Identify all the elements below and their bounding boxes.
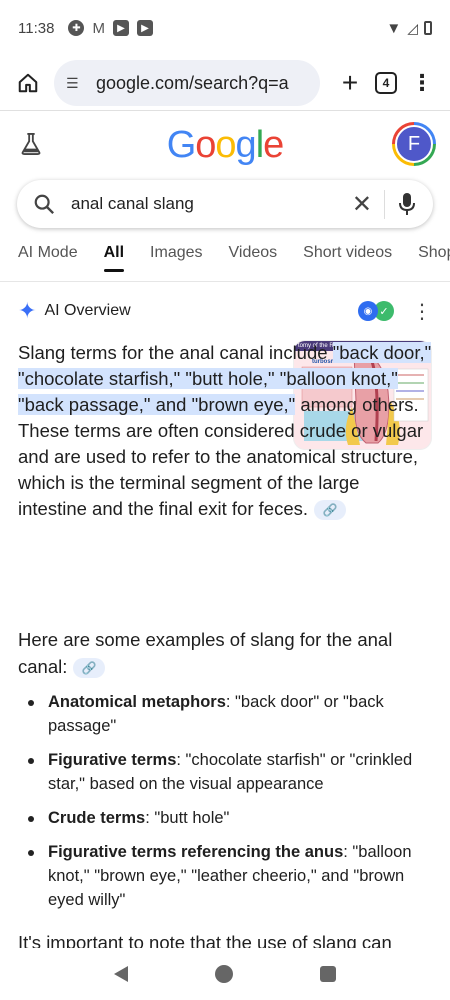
logo-letter: g	[235, 124, 257, 166]
search-tabs: AI Mode All Images Videos Short videos S…	[0, 240, 450, 280]
status-bar: 11:38 ✚ M ▶ ▶ ▼ ◿	[0, 0, 450, 56]
tabs-divider	[0, 281, 450, 282]
ai-overview-paragraph: Slang terms for the anal canal include "…	[18, 340, 432, 522]
tab-count: 4	[375, 72, 397, 94]
home-button[interactable]	[10, 65, 46, 101]
voice-search-mic-icon[interactable]	[397, 192, 417, 216]
ai-overview-header: ✦ AI Overview ◉ ✓ ⋮	[18, 298, 432, 324]
youtube-icon: ▶	[112, 20, 129, 36]
back-nav-icon[interactable]	[113, 966, 128, 982]
ai-overview-menu-icon[interactable]: ⋮	[412, 299, 432, 324]
logo-letter: o	[215, 124, 236, 166]
google-header: Google F	[0, 118, 450, 174]
system-nav-bar	[0, 948, 450, 1000]
citation-link-icon[interactable]: 🔗	[314, 500, 347, 521]
examples-list: Anatomical metaphors: "back door" or "ba…	[18, 690, 432, 922]
tab-all[interactable]: All	[103, 240, 125, 272]
list-item: Crude terms: "butt hole"	[18, 806, 432, 830]
site-settings-icon[interactable]: ☰	[66, 75, 88, 92]
logo-letter: e	[263, 124, 284, 166]
new-tab-button[interactable]: +	[332, 65, 368, 101]
example-desc: : "butt hole"	[145, 809, 230, 827]
search-box[interactable]: anal canal slang ✕	[17, 180, 433, 228]
citation-link-icon-2[interactable]: 🔗	[73, 658, 106, 679]
tab-videos[interactable]: Videos	[229, 240, 278, 270]
ai-sparkle-icon: ✦	[18, 298, 37, 323]
example-term: Figurative terms referencing the anus	[48, 843, 344, 861]
youtube-icon-2: ▶	[136, 20, 153, 36]
notification-icons: ✚ M ▶ ▶	[68, 20, 153, 37]
google-logo[interactable]: Google	[0, 124, 450, 167]
source-icon-1: ◉	[358, 301, 378, 321]
source-badges[interactable]: ◉ ✓	[358, 298, 396, 324]
toolbar-divider	[0, 110, 450, 111]
status-time: 11:38	[18, 19, 55, 37]
app-notification-icon: ✚	[68, 20, 85, 36]
search-query[interactable]: anal canal slang	[71, 194, 340, 214]
avatar-letter: F	[395, 125, 433, 163]
tab-images[interactable]: Images	[150, 240, 202, 270]
example-term: Anatomical metaphors	[48, 693, 226, 711]
clear-search-icon[interactable]: ✕	[340, 189, 385, 219]
examples-subheading: Here are some examples of slang for the …	[18, 626, 432, 680]
list-item: Figurative terms referencing the anus: "…	[18, 840, 432, 912]
overflow-menu-button[interactable]: ⋮	[404, 65, 440, 101]
ai-overview-title: AI Overview	[44, 302, 131, 319]
example-term: Crude terms	[48, 809, 146, 827]
logo-letter: o	[195, 124, 216, 166]
tab-short-videos[interactable]: Short videos	[303, 240, 392, 270]
example-term: Figurative terms	[48, 751, 177, 769]
system-icons: ▼ ◿	[386, 20, 432, 37]
search-icon	[34, 194, 55, 215]
account-avatar[interactable]: F	[392, 122, 436, 166]
gmail-icon: M	[92, 19, 105, 37]
battery-icon	[424, 21, 432, 35]
address-bar[interactable]: ☰ google.com/search?q=a	[54, 60, 320, 106]
url-text: google.com/search?q=a	[96, 72, 289, 93]
recents-nav-icon[interactable]	[320, 966, 337, 982]
tab-shop[interactable]: Shop	[418, 240, 450, 270]
intro-text: Slang terms for the anal canal include	[18, 342, 333, 363]
tab-ai-mode[interactable]: AI Mode	[18, 240, 78, 270]
tab-switcher-button[interactable]: 4	[368, 65, 404, 101]
list-item: Anatomical metaphors: "back door" or "ba…	[18, 690, 432, 738]
logo-letter: G	[166, 124, 197, 166]
truncated-paragraph: It's important to note that the use of s…	[18, 932, 392, 948]
home-nav-icon[interactable]	[214, 965, 233, 983]
wifi-icon: ▼	[386, 19, 402, 37]
browser-toolbar: ☰ google.com/search?q=a + 4 ⋮	[0, 56, 450, 110]
home-icon	[18, 73, 38, 93]
list-item: Figurative terms: "chocolate starfish" o…	[18, 748, 432, 796]
signal-icon: ◿	[407, 19, 418, 36]
